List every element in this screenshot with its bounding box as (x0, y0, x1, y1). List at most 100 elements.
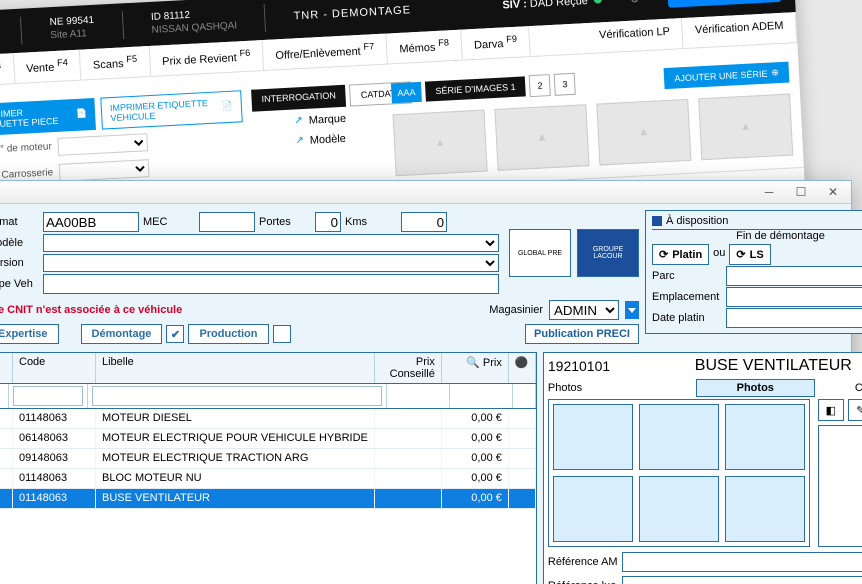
edit-icon[interactable]: ✎ (848, 399, 862, 421)
add-serie-button[interactable]: AJOUTER UNE SÉRIE ⊕ (664, 62, 789, 89)
page-2-button[interactable]: 2 (529, 74, 551, 97)
moteur-select[interactable] (57, 133, 148, 156)
parts-grid: ▸ Code Libelle Prix Conseillé 🔍 Prix ⚫ (0, 352, 537, 584)
publication-preci-button[interactable]: Publication PRECI (525, 324, 639, 344)
table-row[interactable]: ▸01148063BUSE VENTILATEUR0,00 € (0, 489, 536, 509)
col-libelle-header[interactable]: Libelle (96, 353, 375, 383)
site: Site A11 (50, 28, 95, 41)
photo-slot[interactable] (639, 476, 719, 542)
carrosserie-select[interactable] (59, 159, 150, 182)
magasinier-select[interactable]: ADMIN (549, 300, 619, 320)
tab-verif-lp[interactable]: Vérification LP (586, 18, 683, 53)
image-thumb[interactable]: ▲ (494, 104, 589, 171)
photo-slot[interactable] (725, 404, 805, 470)
typeveh-input[interactable] (43, 274, 499, 294)
photos-tab[interactable]: Photos (696, 379, 815, 397)
portes-label: Portes (259, 216, 311, 228)
table-row[interactable]: ▸09148063MOTEUR ELECTRIQUE TRACTION ARG0… (0, 449, 536, 469)
moteur-label: N° de moteur (0, 141, 52, 156)
table-row[interactable]: ▸01148063BLOC MOTEUR NU0,00 € (0, 469, 536, 489)
ls-button[interactable]: ⟳ LS (729, 244, 770, 265)
modele-label: Modèle (0, 237, 39, 249)
ref-am-label: Référence AM (548, 556, 618, 568)
filter-code-input[interactable] (13, 386, 83, 406)
tab-darva[interactable]: Darva F9 (461, 26, 531, 59)
typeveh-label: Type Veh (0, 278, 39, 290)
immat-label: Immat (0, 216, 39, 228)
photo-grid (548, 399, 810, 547)
save-button[interactable]: SAUVEGARDER 💾 (667, 0, 781, 7)
foreground-window: ─ ☐ ✕ Immat MEC Portes Kms Modèle (0, 180, 852, 584)
photo-slot[interactable] (639, 404, 719, 470)
tab-verif-adem[interactable]: Vérification ADEM (682, 12, 797, 48)
photo-slot[interactable] (725, 476, 805, 542)
production-check[interactable] (273, 325, 291, 343)
comment-textarea[interactable] (818, 425, 862, 547)
parc-input[interactable] (726, 266, 862, 286)
marque-label: Marque (308, 112, 346, 126)
filter-libelle-input[interactable] (92, 386, 382, 406)
col-prixc-header[interactable]: Prix Conseillé (375, 353, 442, 383)
print-piece-button[interactable]: IMPRIMER ETIQUETTE PIECE 📄 (0, 98, 96, 137)
minimize-icon[interactable]: ─ (757, 184, 781, 200)
kms-label: Kms (345, 216, 397, 228)
demontage-button[interactable]: Démontage (81, 324, 163, 344)
table-row[interactable]: ▸01148063MOTEUR DIESEL0,00 € (0, 409, 536, 429)
image-thumb[interactable]: ▲ (698, 93, 793, 160)
portes-input[interactable] (315, 212, 341, 232)
commentaires-label: Commentaires (855, 382, 862, 394)
page-3-button[interactable]: 3 (554, 72, 576, 95)
demontage-check[interactable]: ✔ (166, 325, 184, 343)
image-thumb[interactable]: ▲ (596, 99, 691, 166)
production-button[interactable]: Production (188, 324, 268, 344)
immat-input[interactable] (43, 212, 139, 232)
photo-slot[interactable] (553, 404, 633, 470)
ne-number: NE 99541 (49, 15, 94, 28)
magasinier-dropdown-icon[interactable] (625, 301, 639, 319)
table-row[interactable]: ▸06148063MOTEUR ELECTRIQUE POUR VEHICULE… (0, 429, 536, 449)
photos-label: Photos (548, 382, 582, 394)
kms-input[interactable] (401, 212, 447, 232)
dateplatin-input[interactable] (726, 308, 862, 328)
window-titlebar: ─ ☐ ✕ (0, 181, 851, 204)
image-thumb[interactable]: ▲ (393, 109, 488, 176)
tab-memos[interactable]: Mémos F8 (387, 30, 463, 64)
version-label: Version (0, 257, 39, 269)
col-prix-header[interactable]: 🔍 Prix (442, 353, 509, 383)
tab-scans[interactable]: Scans F5 (80, 46, 151, 79)
maximize-icon[interactable]: ☐ (789, 184, 813, 200)
col-toggle-header[interactable]: ▸ (0, 353, 13, 383)
emplacement-input[interactable] (726, 287, 862, 307)
siv-value: DAD Reçue (530, 0, 589, 10)
aaa-button[interactable]: AAA (391, 81, 422, 103)
expertise-button[interactable]: Expertise (0, 324, 59, 344)
settings-icon[interactable]: ⚙ (629, 0, 640, 5)
tab-vente[interactable]: Vente F4 (13, 50, 81, 83)
mec-input[interactable] (199, 212, 255, 232)
parc-label: Parc (652, 270, 722, 282)
cnit-warning: ure CNIT n'est associée à ce véhicule (0, 304, 182, 316)
close-icon[interactable]: ✕ (821, 184, 845, 200)
tab-prix-revient[interactable]: Prix de Revient F6 (149, 40, 264, 76)
print-vehicle-button[interactable]: IMPRIMER ETIQUETTE VEHICULE 📄 (100, 90, 242, 129)
platin-button[interactable]: ⟳ Platin (652, 244, 709, 265)
groupe-lacour-logo: GROUPE LACOUR (577, 229, 639, 277)
ou-label: ou (711, 244, 727, 265)
logos: GLOBAL PRE GROUPE LACOUR (509, 210, 639, 296)
photo-slot[interactable] (553, 476, 633, 542)
detail-code: 19210101 (548, 358, 610, 374)
vehicle-name: NISSAN QASHQAI (151, 20, 237, 35)
mec-label: MEC (143, 216, 195, 228)
ref-lue-input[interactable] (622, 576, 862, 584)
globalpre-logo: GLOBAL PRE (509, 229, 571, 277)
serie-images-button[interactable]: SÉRIE D'IMAGES 1 (425, 76, 526, 101)
siv-label: SIV : (502, 0, 527, 11)
version-select[interactable] (43, 254, 499, 272)
eraser-icon[interactable]: ◧ (818, 399, 844, 421)
modele-select[interactable] (43, 234, 499, 252)
col-code-header[interactable]: Code (13, 353, 96, 383)
tnr-status: TNR - DEMONTAGE (293, 4, 411, 22)
interrogation-button[interactable]: INTERROGATION (251, 84, 346, 111)
ref-am-input[interactable] (622, 552, 862, 572)
magasinier-label: Magasinier (489, 304, 543, 316)
